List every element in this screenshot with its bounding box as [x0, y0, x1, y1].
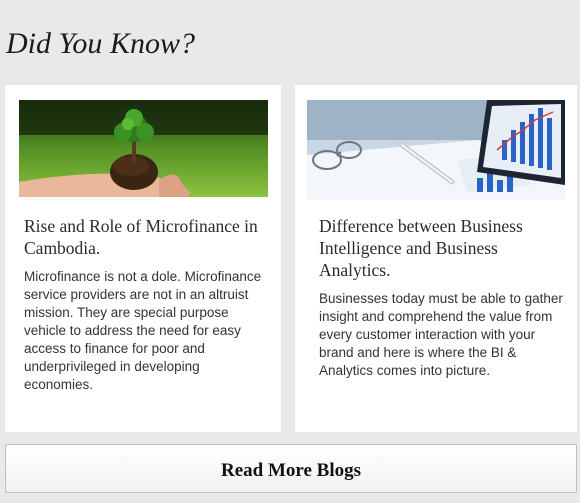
- blog-excerpt: Microfinance is not a dole. Microfinance…: [24, 269, 262, 392]
- charts-laptop-image: [307, 100, 565, 200]
- blog-card-bi-analytics[interactable]: Difference between Business Intelligence…: [295, 85, 577, 432]
- blog-title[interactable]: Difference between Business Intelligence…: [319, 215, 565, 281]
- blog-excerpt: Businesses today must be able to gather …: [319, 291, 563, 378]
- blog-card-microfinance[interactable]: Rise and Role of Microfinance in Cambodi…: [5, 85, 281, 432]
- section-heading: Did You Know?: [6, 27, 195, 60]
- blog-title[interactable]: Rise and Role of Microfinance in Cambodi…: [24, 215, 269, 259]
- read-more-blogs-button[interactable]: Read More Blogs: [5, 444, 577, 493]
- tree-in-hands-image: [19, 100, 268, 197]
- blog-image-business-charts[interactable]: [307, 100, 565, 200]
- blog-image-tree-sapling[interactable]: [19, 100, 268, 197]
